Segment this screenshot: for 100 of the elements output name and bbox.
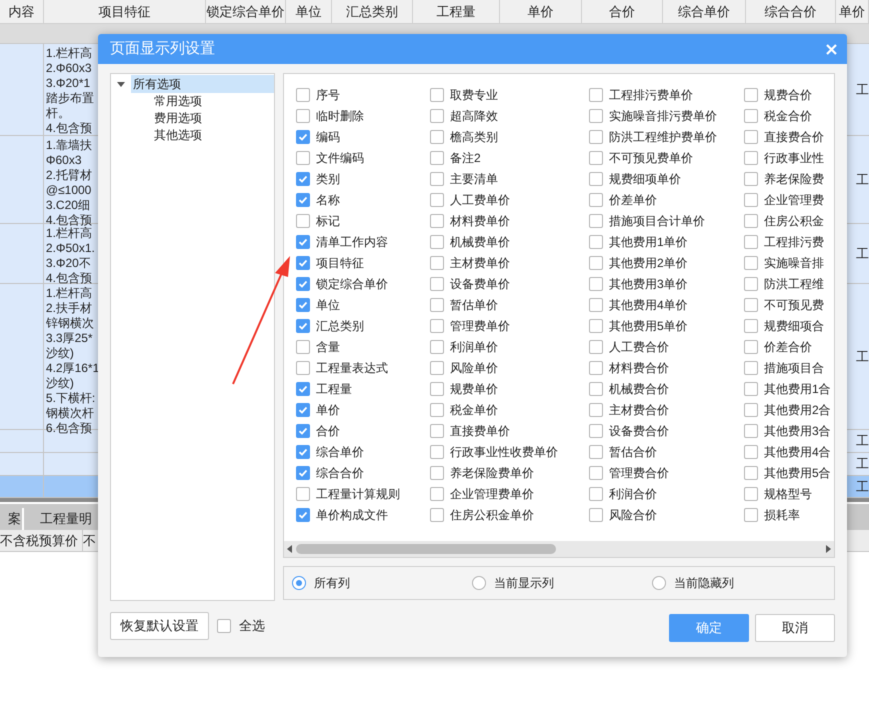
checkbox[interactable] xyxy=(296,402,310,416)
select-all-checkbox[interactable] xyxy=(217,619,231,633)
checkbox[interactable] xyxy=(744,298,758,312)
checkbox[interactable] xyxy=(589,402,603,416)
checkbox[interactable] xyxy=(589,130,603,144)
tree-item[interactable]: 常用选项 xyxy=(153,93,203,110)
checkbox[interactable] xyxy=(296,382,310,396)
checkbox[interactable] xyxy=(430,466,444,480)
checkbox[interactable] xyxy=(430,424,444,438)
caret-down-icon[interactable] xyxy=(117,82,125,86)
checkbox[interactable] xyxy=(744,234,758,248)
checkbox[interactable] xyxy=(744,382,758,396)
checkbox[interactable] xyxy=(589,424,603,438)
checkbox[interactable] xyxy=(296,360,310,374)
column-header[interactable]: 不含税预算价 xyxy=(0,530,83,551)
column-header[interactable]: 锁定综合单价 xyxy=(206,0,286,23)
checkbox[interactable] xyxy=(589,192,603,206)
checkbox[interactable] xyxy=(430,88,444,102)
checkbox[interactable] xyxy=(744,486,758,500)
column-header[interactable]: 内容 xyxy=(0,0,44,23)
checkbox[interactable] xyxy=(589,276,603,290)
checkbox[interactable] xyxy=(430,382,444,396)
checkbox[interactable] xyxy=(296,214,310,228)
tree-item[interactable]: 其他选项 xyxy=(153,127,203,144)
checkbox[interactable] xyxy=(589,382,603,396)
scrollbar-thumb[interactable] xyxy=(296,544,556,554)
column-header[interactable]: 综合合价 xyxy=(746,0,836,23)
radio-button[interactable] xyxy=(472,576,486,590)
checkbox[interactable] xyxy=(744,340,758,354)
checkbox[interactable] xyxy=(589,318,603,332)
checkbox[interactable] xyxy=(430,276,444,290)
checkbox[interactable] xyxy=(296,88,310,102)
checkbox[interactable] xyxy=(296,466,310,480)
checkbox[interactable] xyxy=(589,298,603,312)
checkbox[interactable] xyxy=(589,340,603,354)
checkbox[interactable] xyxy=(589,360,603,374)
checkbox[interactable] xyxy=(589,214,603,228)
checkbox[interactable] xyxy=(296,108,310,122)
checkbox[interactable] xyxy=(296,424,310,438)
checkbox[interactable] xyxy=(589,444,603,458)
close-icon[interactable] xyxy=(826,44,837,54)
column-header[interactable]: 单价 xyxy=(836,0,869,23)
checkbox[interactable] xyxy=(430,508,444,522)
checkbox[interactable] xyxy=(744,318,758,332)
checkbox[interactable] xyxy=(296,130,310,144)
tree-item[interactable]: 费用选项 xyxy=(153,110,203,127)
cancel-button[interactable]: 取消 xyxy=(755,614,835,642)
checkbox[interactable] xyxy=(589,88,603,102)
checkbox[interactable] xyxy=(430,402,444,416)
restore-defaults-button[interactable]: 恢复默认设置 xyxy=(110,612,209,640)
checkbox[interactable] xyxy=(744,88,758,102)
checkbox[interactable] xyxy=(296,234,310,248)
checkbox[interactable] xyxy=(430,444,444,458)
checkbox[interactable] xyxy=(296,256,310,270)
checkbox[interactable] xyxy=(589,256,603,270)
checkbox[interactable] xyxy=(744,444,758,458)
checkbox[interactable] xyxy=(589,234,603,248)
checkbox[interactable] xyxy=(430,298,444,312)
column-header[interactable]: 单价 xyxy=(500,0,582,23)
checkbox[interactable] xyxy=(430,108,444,122)
checkbox[interactable] xyxy=(296,318,310,332)
checkbox[interactable] xyxy=(744,192,758,206)
column-header[interactable]: 综合单价 xyxy=(663,0,746,23)
checkbox[interactable] xyxy=(744,130,758,144)
scroll-right-icon[interactable] xyxy=(826,545,831,553)
checkbox[interactable] xyxy=(430,150,444,164)
checkbox[interactable] xyxy=(744,172,758,186)
radio-button[interactable] xyxy=(652,576,666,590)
checkbox[interactable] xyxy=(296,276,310,290)
tree-item[interactable]: 所有选项 xyxy=(131,75,274,93)
checkbox[interactable] xyxy=(744,402,758,416)
checkbox[interactable] xyxy=(589,486,603,500)
checkbox[interactable] xyxy=(589,108,603,122)
radio-button[interactable] xyxy=(292,576,306,590)
checkbox[interactable] xyxy=(744,256,758,270)
checkbox[interactable] xyxy=(296,150,310,164)
checkbox[interactable] xyxy=(430,318,444,332)
scroll-left-icon[interactable] xyxy=(287,545,292,553)
checkbox[interactable] xyxy=(296,486,310,500)
checkbox[interactable] xyxy=(589,172,603,186)
column-header[interactable]: 项目特征 xyxy=(44,0,206,23)
column-header[interactable]: 汇总类别 xyxy=(332,0,413,23)
column-header[interactable]: 单位 xyxy=(286,0,332,23)
checkbox[interactable] xyxy=(430,214,444,228)
checkbox[interactable] xyxy=(744,424,758,438)
checkbox[interactable] xyxy=(589,466,603,480)
checkbox[interactable] xyxy=(744,508,758,522)
checkbox[interactable] xyxy=(430,256,444,270)
checkbox[interactable] xyxy=(296,340,310,354)
checkbox[interactable] xyxy=(589,150,603,164)
checkbox[interactable] xyxy=(430,234,444,248)
checkbox[interactable] xyxy=(430,486,444,500)
checkbox[interactable] xyxy=(296,298,310,312)
checkbox[interactable] xyxy=(744,276,758,290)
checkbox[interactable] xyxy=(430,130,444,144)
column-header[interactable]: 合价 xyxy=(582,0,663,23)
checkbox[interactable] xyxy=(430,360,444,374)
checkbox[interactable] xyxy=(296,444,310,458)
checkbox[interactable] xyxy=(296,508,310,522)
checkbox[interactable] xyxy=(296,192,310,206)
